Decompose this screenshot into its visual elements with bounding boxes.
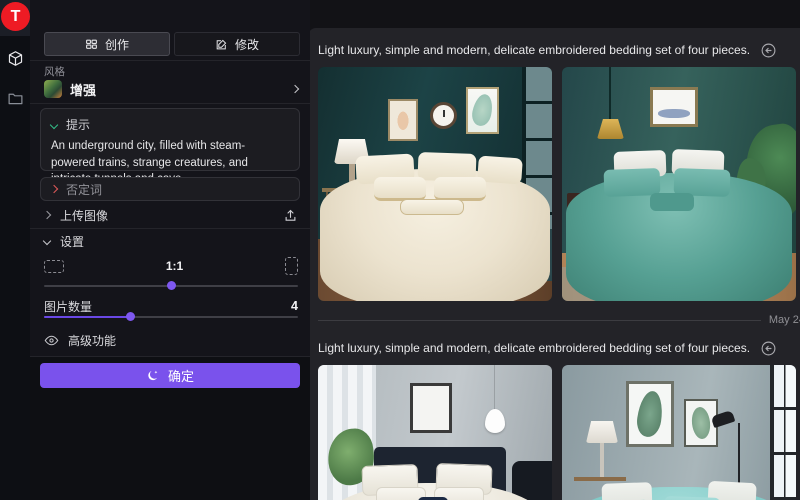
upload-icon[interactable] <box>283 208 298 223</box>
slider-fill <box>44 316 130 318</box>
edit-icon <box>215 38 228 51</box>
style-value: 增强 <box>70 80 96 99</box>
generated-image-1[interactable] <box>318 67 552 301</box>
settings-label: 设置 <box>60 233 84 250</box>
prompt-card[interactable]: 提示 An underground city, filled with stea… <box>40 108 300 171</box>
brand-avatar[interactable]: T <box>1 2 30 31</box>
divider <box>30 60 310 61</box>
generated-image-2[interactable] <box>562 67 796 301</box>
style-selector[interactable]: 增强 <box>44 78 298 100</box>
divider <box>30 356 310 357</box>
chevron-down-icon <box>43 237 51 245</box>
result-group-header: Light luxury, simple and modern, delicat… <box>318 37 800 63</box>
aspect-ratio-value: 1:1 <box>64 259 285 273</box>
cube-icon[interactable] <box>6 49 24 67</box>
moon-icon <box>146 369 160 383</box>
image-row <box>318 365 800 500</box>
generated-image-3[interactable] <box>318 365 552 500</box>
result-group-header: Light luxury, simple and modern, delicat… <box>318 335 800 361</box>
generation-panel: 创作 修改 风格 增强 提示 An underground <box>30 0 310 500</box>
negative-label: 否定词 <box>66 181 102 198</box>
advanced-label: 高级功能 <box>68 332 116 349</box>
reuse-prompt-icon[interactable] <box>760 42 777 59</box>
image-count-value: 4 <box>291 299 298 313</box>
upload-label: 上传图像 <box>60 207 108 224</box>
aspect-ratio-slider[interactable] <box>44 281 298 290</box>
negative-prompt-card[interactable]: 否定词 <box>40 177 300 201</box>
generated-image-4[interactable] <box>562 365 796 500</box>
settings-section-toggle[interactable]: 设置 <box>44 233 298 249</box>
image-row <box>318 67 800 301</box>
aspect-ratio-row: 1:1 <box>44 256 298 276</box>
landscape-ratio-icon[interactable] <box>44 260 64 273</box>
date-label: May 24, <box>769 314 800 326</box>
confirm-button[interactable]: 确定 <box>40 363 300 388</box>
portrait-ratio-icon[interactable] <box>285 257 298 275</box>
result-prompt-text: Light luxury, simple and modern, delicat… <box>318 341 750 355</box>
folder-icon[interactable] <box>6 89 24 107</box>
results-panel: Light luxury, simple and modern, delicat… <box>308 28 800 500</box>
slider-thumb[interactable] <box>167 281 176 290</box>
tab-modify-label: 修改 <box>235 36 259 53</box>
image-count-row: 图片数量 4 <box>44 299 298 313</box>
chevron-right-icon <box>43 211 51 219</box>
tab-create[interactable]: 创作 <box>44 32 170 56</box>
chevron-right-icon[interactable] <box>50 185 58 193</box>
tab-create-label: 创作 <box>105 36 129 53</box>
advanced-features-row[interactable]: 高级功能 <box>44 332 298 348</box>
confirm-label: 确定 <box>168 366 194 385</box>
divider <box>30 228 310 229</box>
prompt-label: 提示 <box>66 116 90 133</box>
chevron-right-icon <box>291 85 299 93</box>
eye-icon <box>44 333 59 348</box>
chevron-down-icon[interactable] <box>50 120 58 128</box>
grid-icon <box>85 38 98 51</box>
result-prompt-text: Light luxury, simple and modern, delicat… <box>318 43 750 57</box>
mode-tabs: 创作 修改 <box>44 32 300 56</box>
date-separator: May 24, <box>318 313 800 327</box>
slider-thumb[interactable] <box>126 312 135 321</box>
image-count-slider[interactable] <box>44 312 298 321</box>
app-window: T 创作 <box>0 0 800 500</box>
separator-line <box>318 320 761 321</box>
style-section-label: 风格 <box>44 64 65 79</box>
nav-rail: T <box>0 0 30 500</box>
divider <box>30 103 310 104</box>
tab-modify[interactable]: 修改 <box>174 32 300 56</box>
style-thumbnail <box>44 80 62 98</box>
upload-image-row[interactable]: 上传图像 <box>44 205 298 225</box>
reuse-prompt-icon[interactable] <box>760 340 777 357</box>
